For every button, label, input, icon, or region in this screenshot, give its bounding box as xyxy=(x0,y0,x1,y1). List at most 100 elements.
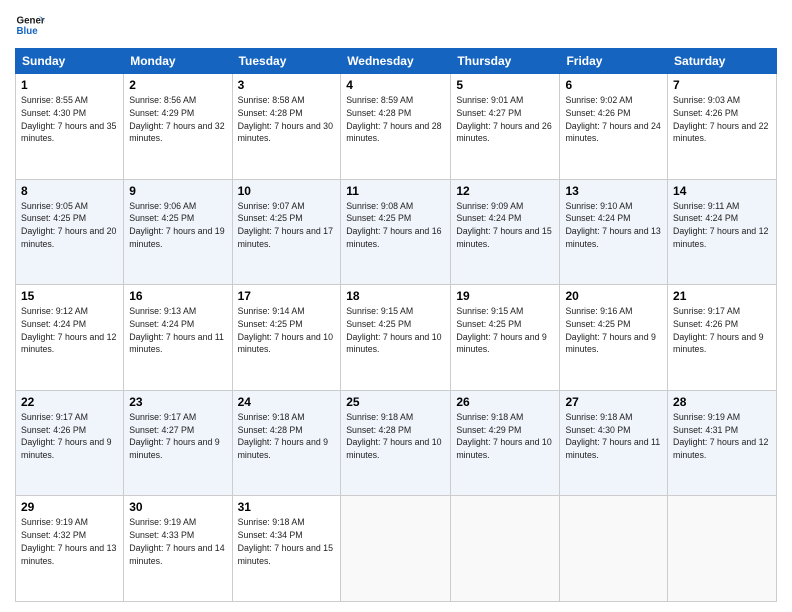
day-number: 5 xyxy=(456,78,554,92)
day-info: Sunrise: 9:18 AMSunset: 4:29 PMDaylight:… xyxy=(456,411,554,462)
day-number: 4 xyxy=(346,78,445,92)
day-number: 21 xyxy=(673,289,771,303)
day-number: 20 xyxy=(565,289,662,303)
calendar-cell: 26Sunrise: 9:18 AMSunset: 4:29 PMDayligh… xyxy=(451,390,560,496)
calendar-cell: 14Sunrise: 9:11 AMSunset: 4:24 PMDayligh… xyxy=(668,179,777,285)
day-number: 16 xyxy=(129,289,226,303)
calendar-header-row: SundayMondayTuesdayWednesdayThursdayFrid… xyxy=(16,49,777,74)
calendar-cell: 8Sunrise: 9:05 AMSunset: 4:25 PMDaylight… xyxy=(16,179,124,285)
calendar-cell: 27Sunrise: 9:18 AMSunset: 4:30 PMDayligh… xyxy=(560,390,668,496)
calendar-cell: 15Sunrise: 9:12 AMSunset: 4:24 PMDayligh… xyxy=(16,285,124,391)
calendar-cell: 5 Sunrise: 9:01 AMSunset: 4:27 PMDaylight… xyxy=(451,74,560,180)
day-info: Sunrise: 9:18 AMSunset: 4:34 PMDaylight:… xyxy=(238,516,336,567)
day-number: 13 xyxy=(565,184,662,198)
calendar-cell xyxy=(451,496,560,602)
calendar-cell: 25Sunrise: 9:18 AMSunset: 4:28 PMDayligh… xyxy=(341,390,451,496)
calendar-row: 1Sunrise: 8:55 AMSunset: 4:30 PMDaylight… xyxy=(16,74,777,180)
calendar-cell: 7Sunrise: 9:03 AMSunset: 4:26 PMDaylight… xyxy=(668,74,777,180)
day-number: 22 xyxy=(21,395,118,409)
day-number: 2 xyxy=(129,78,226,92)
day-number: 25 xyxy=(346,395,445,409)
calendar-cell: 31 Sunrise: 9:18 AMSunset: 4:34 PMDayligh… xyxy=(232,496,341,602)
day-info: Sunrise: 9:09 AMSunset: 4:24 PMDaylight:… xyxy=(456,200,554,251)
calendar-cell: 13 Sunrise: 9:10 AMSunset: 4:24 PMDayligh… xyxy=(560,179,668,285)
calendar-table: SundayMondayTuesdayWednesdayThursdayFrid… xyxy=(15,48,777,602)
calendar-cell: 11 Sunrise: 9:08 AMSunset: 4:25 PMDayligh… xyxy=(341,179,451,285)
day-info: Sunrise: 9:15 AMSunset: 4:25 PMDaylight:… xyxy=(346,305,445,356)
day-number: 19 xyxy=(456,289,554,303)
day-info: Sunrise: 9:17 AMSunset: 4:26 PMDaylight:… xyxy=(673,305,771,356)
calendar-header-cell: Thursday xyxy=(451,49,560,74)
header: General Blue xyxy=(15,10,777,40)
day-number: 9 xyxy=(129,184,226,198)
calendar-header-cell: Monday xyxy=(124,49,232,74)
calendar-cell: 3 Sunrise: 8:58 AMSunset: 4:28 PMDaylight… xyxy=(232,74,341,180)
day-info: Sunrise: 9:06 AMSunset: 4:25 PMDaylight:… xyxy=(129,200,226,251)
calendar-row: 15Sunrise: 9:12 AMSunset: 4:24 PMDayligh… xyxy=(16,285,777,391)
day-number: 3 xyxy=(238,78,336,92)
day-number: 15 xyxy=(21,289,118,303)
calendar-header-cell: Sunday xyxy=(16,49,124,74)
day-info: Sunrise: 9:05 AMSunset: 4:25 PMDaylight:… xyxy=(21,200,118,251)
day-info: Sunrise: 8:55 AMSunset: 4:30 PMDaylight:… xyxy=(21,94,118,145)
calendar-cell: 10Sunrise: 9:07 AMSunset: 4:25 PMDayligh… xyxy=(232,179,341,285)
day-number: 31 xyxy=(238,500,336,514)
day-info: Sunrise: 9:16 AMSunset: 4:25 PMDaylight:… xyxy=(565,305,662,356)
day-info: Sunrise: 9:02 AMSunset: 4:26 PMDaylight:… xyxy=(565,94,662,145)
day-info: Sunrise: 9:08 AMSunset: 4:25 PMDaylight:… xyxy=(346,200,445,251)
logo: General Blue xyxy=(15,10,45,40)
day-info: Sunrise: 9:19 AMSunset: 4:32 PMDaylight:… xyxy=(21,516,118,567)
day-info: Sunrise: 8:58 AMSunset: 4:28 PMDaylight:… xyxy=(238,94,336,145)
calendar-cell: 28 Sunrise: 9:19 AMSunset: 4:31 PMDayligh… xyxy=(668,390,777,496)
day-number: 6 xyxy=(565,78,662,92)
calendar-cell: 17 Sunrise: 9:14 AMSunset: 4:25 PMDayligh… xyxy=(232,285,341,391)
calendar-cell: 1Sunrise: 8:55 AMSunset: 4:30 PMDaylight… xyxy=(16,74,124,180)
calendar-cell: 2 Sunrise: 8:56 AMSunset: 4:29 PMDaylight… xyxy=(124,74,232,180)
logo-icon: General Blue xyxy=(15,10,45,40)
day-number: 18 xyxy=(346,289,445,303)
calendar-cell xyxy=(560,496,668,602)
day-number: 11 xyxy=(346,184,445,198)
day-info: Sunrise: 9:14 AMSunset: 4:25 PMDaylight:… xyxy=(238,305,336,356)
day-number: 17 xyxy=(238,289,336,303)
day-info: Sunrise: 9:15 AMSunset: 4:25 PMDaylight:… xyxy=(456,305,554,356)
calendar-cell: 6 Sunrise: 9:02 AMSunset: 4:26 PMDaylight… xyxy=(560,74,668,180)
day-number: 29 xyxy=(21,500,118,514)
page: General Blue SundayMondayTuesdayWednesda… xyxy=(0,0,792,612)
svg-text:Blue: Blue xyxy=(17,26,39,37)
day-info: Sunrise: 9:07 AMSunset: 4:25 PMDaylight:… xyxy=(238,200,336,251)
calendar-cell: 29 Sunrise: 9:19 AMSunset: 4:32 PMDayligh… xyxy=(16,496,124,602)
day-number: 28 xyxy=(673,395,771,409)
calendar-cell xyxy=(668,496,777,602)
calendar-row: 8Sunrise: 9:05 AMSunset: 4:25 PMDaylight… xyxy=(16,179,777,285)
calendar-cell: 23 Sunrise: 9:17 AMSunset: 4:27 PMDayligh… xyxy=(124,390,232,496)
calendar-cell: 18 Sunrise: 9:15 AMSunset: 4:25 PMDayligh… xyxy=(341,285,451,391)
calendar-cell: 4Sunrise: 8:59 AMSunset: 4:28 PMDaylight… xyxy=(341,74,451,180)
calendar-cell: 24Sunrise: 9:18 AMSunset: 4:28 PMDayligh… xyxy=(232,390,341,496)
day-info: Sunrise: 8:56 AMSunset: 4:29 PMDaylight:… xyxy=(129,94,226,145)
calendar-cell: 16Sunrise: 9:13 AMSunset: 4:24 PMDayligh… xyxy=(124,285,232,391)
calendar-cell: 19 Sunrise: 9:15 AMSunset: 4:25 PMDayligh… xyxy=(451,285,560,391)
day-info: Sunrise: 9:01 AMSunset: 4:27 PMDaylight:… xyxy=(456,94,554,145)
calendar-cell: 21 Sunrise: 9:17 AMSunset: 4:26 PMDayligh… xyxy=(668,285,777,391)
day-info: Sunrise: 9:10 AMSunset: 4:24 PMDaylight:… xyxy=(565,200,662,251)
calendar-row: 22 Sunrise: 9:17 AMSunset: 4:26 PMDayligh… xyxy=(16,390,777,496)
day-info: Sunrise: 9:18 AMSunset: 4:30 PMDaylight:… xyxy=(565,411,662,462)
calendar-header-cell: Wednesday xyxy=(341,49,451,74)
calendar-cell: 20 Sunrise: 9:16 AMSunset: 4:25 PMDayligh… xyxy=(560,285,668,391)
day-info: Sunrise: 9:19 AMSunset: 4:31 PMDaylight:… xyxy=(673,411,771,462)
day-number: 12 xyxy=(456,184,554,198)
day-info: Sunrise: 9:17 AMSunset: 4:27 PMDaylight:… xyxy=(129,411,226,462)
day-number: 23 xyxy=(129,395,226,409)
calendar-header-cell: Friday xyxy=(560,49,668,74)
day-number: 30 xyxy=(129,500,226,514)
day-info: Sunrise: 9:19 AMSunset: 4:33 PMDaylight:… xyxy=(129,516,226,567)
calendar-header-cell: Saturday xyxy=(668,49,777,74)
day-number: 24 xyxy=(238,395,336,409)
calendar-cell xyxy=(341,496,451,602)
calendar-cell: 30 Sunrise: 9:19 AMSunset: 4:33 PMDayligh… xyxy=(124,496,232,602)
calendar-row: 29 Sunrise: 9:19 AMSunset: 4:32 PMDayligh… xyxy=(16,496,777,602)
calendar-cell: 22 Sunrise: 9:17 AMSunset: 4:26 PMDayligh… xyxy=(16,390,124,496)
day-info: Sunrise: 9:17 AMSunset: 4:26 PMDaylight:… xyxy=(21,411,118,462)
calendar-cell: 12 Sunrise: 9:09 AMSunset: 4:24 PMDayligh… xyxy=(451,179,560,285)
